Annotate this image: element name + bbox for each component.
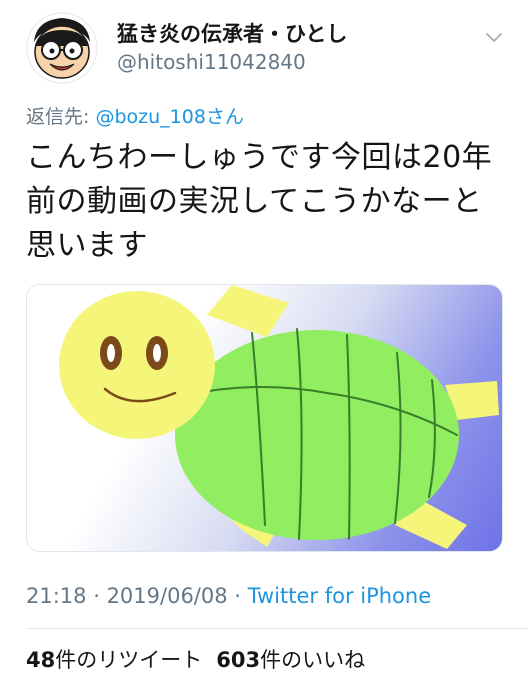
- like-count: 603: [216, 648, 261, 672]
- turtle-drawing: [59, 285, 499, 549]
- user-handle[interactable]: @hitoshi11042840: [117, 50, 306, 74]
- display-name[interactable]: 猛き炎の伝承者・ひとし: [117, 18, 347, 48]
- cartoon-boy-avatar-icon: [26, 12, 98, 84]
- avatar[interactable]: [26, 12, 98, 84]
- meta-separator: ·: [86, 584, 107, 608]
- divider: [26, 628, 527, 629]
- reply-mention-link[interactable]: @bozu_108さん: [95, 106, 243, 128]
- tweet-date[interactable]: 2019/06/08: [107, 584, 228, 608]
- tweet-stats: 48件のリツイート 603件のいいね: [26, 644, 365, 674]
- likes-stat[interactable]: 603件のいいね: [216, 648, 365, 672]
- tweet-meta: 21:18 · 2019/06/08 · Twitter for iPhone: [26, 584, 431, 608]
- tweet-time[interactable]: 21:18: [26, 584, 87, 608]
- chevron-down-icon[interactable]: [483, 26, 505, 48]
- retweet-count: 48: [26, 648, 56, 672]
- reply-prefix: 返信先:: [26, 106, 96, 128]
- retweets-stat[interactable]: 48件のリツイート: [26, 648, 202, 672]
- tweet-source-link[interactable]: Twitter for iPhone: [248, 584, 432, 608]
- tweet-text: こんちわーしゅうです今回は20年前の動画の実況してこうかなーと思います: [26, 140, 493, 263]
- like-label: 件のいいね: [260, 648, 366, 672]
- meta-separator: ·: [227, 584, 248, 608]
- tweet-header: 猛き炎の伝承者・ひとし @hitoshi11042840: [0, 0, 527, 100]
- tweet-image[interactable]: [26, 284, 503, 552]
- retweet-label: 件のリツイート: [55, 648, 203, 672]
- reply-context: 返信先: @bozu_108さん: [26, 102, 244, 129]
